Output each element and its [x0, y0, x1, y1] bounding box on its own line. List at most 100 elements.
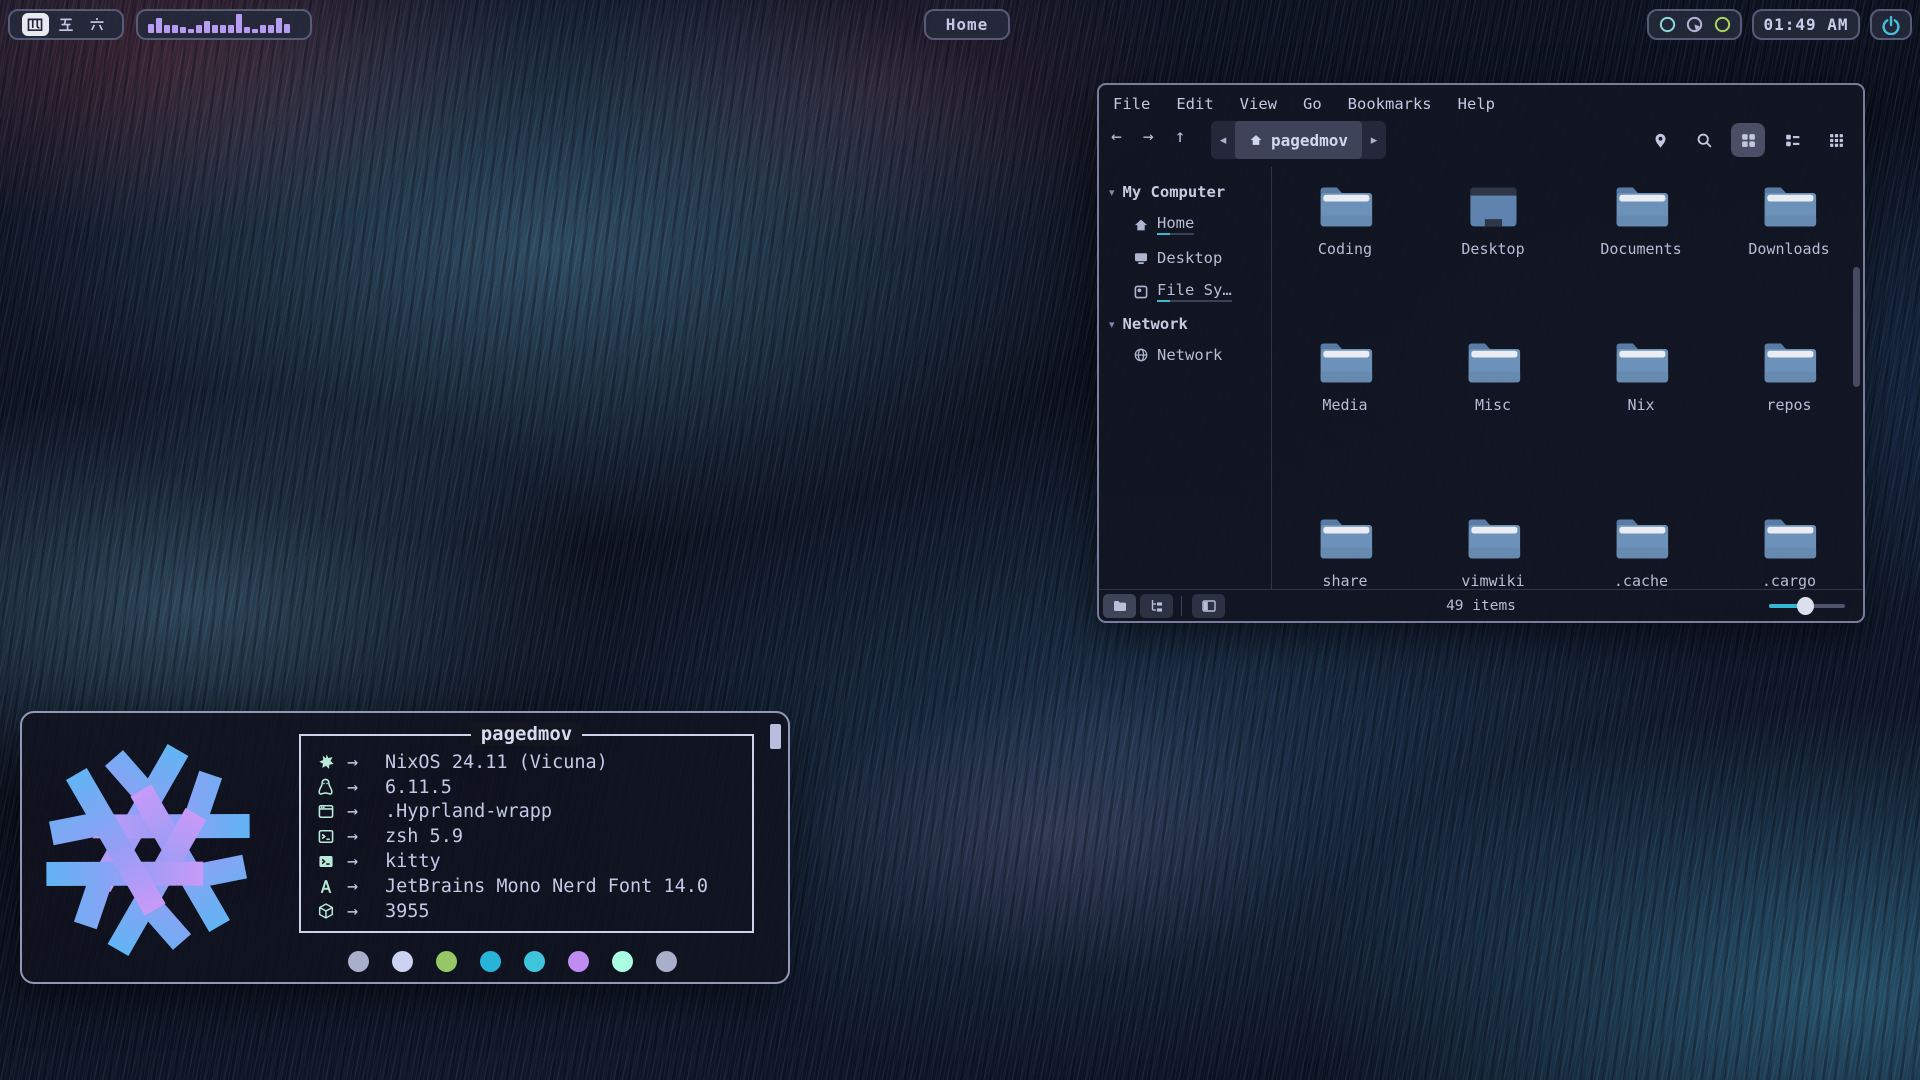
visualizer-bar [172, 25, 178, 33]
sidebar-item-label: Network [1157, 346, 1222, 364]
active-window-title: Home [924, 9, 1010, 40]
workspace-glyph-icon [57, 16, 75, 34]
sidebar-item-home[interactable]: Home [1099, 207, 1271, 242]
menu-bookmarks[interactable]: Bookmarks [1348, 95, 1432, 113]
workspace-glyph-icon [88, 16, 106, 34]
visualizer-bar [196, 25, 202, 33]
folder-misc[interactable]: Misc [1419, 339, 1567, 414]
sidebar-item-label: Home [1157, 214, 1194, 235]
folder-icon [1760, 339, 1818, 386]
visualizer-bar [236, 14, 242, 33]
mount-indicator [1157, 300, 1170, 302]
folder-repos[interactable]: repos [1715, 339, 1863, 414]
folder-label: .cargo [1715, 572, 1863, 590]
tab-scroll-right-button[interactable]: ▸ [1362, 133, 1386, 148]
power-button[interactable] [1870, 9, 1912, 40]
green-ring-icon[interactable] [1713, 15, 1732, 34]
menu-help[interactable]: Help [1458, 95, 1495, 113]
folder-media[interactable]: Media [1271, 339, 1419, 414]
view-compact-icon [1828, 132, 1845, 149]
menu-view[interactable]: View [1240, 95, 1277, 113]
power-icon [1881, 15, 1901, 35]
view-grid-button[interactable] [1731, 123, 1765, 157]
arrow-icon: → [347, 826, 385, 847]
nav-buttons: ← → ↑ [1111, 126, 1186, 147]
fetch-hostname: pagedmov [301, 723, 752, 745]
back-button[interactable]: ← [1111, 126, 1122, 147]
folder-cache[interactable]: .cache [1567, 515, 1715, 590]
toggle-panel-button[interactable] [1192, 594, 1225, 618]
view-compact-button[interactable] [1819, 123, 1853, 157]
desktop-screen-icon [1464, 183, 1522, 230]
fetch-value: zsh 5.9 [385, 826, 463, 847]
nix-icon [317, 753, 347, 772]
search-button[interactable] [1687, 123, 1721, 157]
folder-label: vimwiki [1419, 572, 1567, 590]
tab-scroll-left-button[interactable]: ◂ [1211, 133, 1235, 148]
workspace-button-ws5[interactable] [53, 13, 80, 36]
system-tray [1647, 9, 1742, 40]
caret-down-icon: ▾ [1109, 186, 1115, 199]
folder-documents[interactable]: Documents [1567, 183, 1715, 258]
fetch-row-terminal: →kitty [317, 849, 742, 874]
status-bar: 49 items [1099, 589, 1863, 621]
clock-label: 01:49 AM [1763, 15, 1848, 34]
places-button[interactable] [1103, 594, 1136, 618]
packages-icon [317, 902, 347, 920]
up-button[interactable]: ↑ [1175, 126, 1186, 147]
folder-desktop[interactable]: Desktop [1419, 183, 1567, 258]
sidebar-section-my-computer[interactable]: ▾ My Computer [1099, 177, 1271, 207]
statusbar-separator [1181, 596, 1182, 616]
file-manager-body: ▾ My Computer Home Desktop File Sy… ▾Network N… [1099, 167, 1863, 589]
sidebar-section-network[interactable]: ▾Network [1099, 309, 1271, 339]
fetch-row-nix: →NixOS 24.11 (Vicuna) [317, 750, 742, 775]
window-title-label: Home [946, 15, 989, 34]
sidebar-item-network[interactable]: Network [1099, 339, 1271, 371]
sidebar-item-desktop[interactable]: Desktop [1099, 242, 1271, 274]
view-grid-icon [1740, 132, 1757, 149]
visualizer-bar [156, 18, 162, 33]
menu-edit[interactable]: Edit [1176, 95, 1213, 113]
view-buttons [1643, 123, 1853, 157]
folder-label: Nix [1567, 396, 1715, 414]
visualizer-bar [252, 29, 258, 33]
visualizer-bar [260, 25, 266, 33]
teal-ring-icon[interactable] [1658, 15, 1677, 34]
tree-button[interactable] [1140, 594, 1173, 618]
menu-go[interactable]: Go [1303, 95, 1322, 113]
folder-icon [1760, 515, 1818, 562]
shell-icon [317, 828, 347, 845]
workspace-button-ws4[interactable] [22, 13, 49, 36]
workspace-button-ws6[interactable] [84, 13, 111, 36]
fetch-value: NixOS 24.11 (Vicuna) [385, 752, 608, 773]
folder-downloads[interactable]: Downloads [1715, 183, 1863, 258]
fetch-row-kernel: →6.11.5 [317, 775, 742, 800]
location-pin-button[interactable] [1643, 123, 1677, 157]
folder-icon [1464, 515, 1522, 562]
folder-cargo[interactable]: .cargo [1715, 515, 1863, 590]
menu-file[interactable]: File [1113, 95, 1150, 113]
terminal-icon [317, 853, 347, 870]
sidebar-item-label: File Sy… [1157, 281, 1232, 302]
visualizer-bar [188, 29, 194, 33]
audio-visualizer [136, 9, 312, 40]
zoom-slider[interactable] [1769, 604, 1845, 608]
scrollbar-thumb[interactable] [1853, 267, 1860, 387]
folder-label: repos [1715, 396, 1863, 414]
view-list-button[interactable] [1775, 123, 1809, 157]
clock: 01:49 AM [1752, 9, 1860, 40]
folder-nix[interactable]: Nix [1567, 339, 1715, 414]
folder-icon [1612, 339, 1670, 386]
wm-icon [317, 803, 347, 820]
arrow-icon: → [347, 876, 385, 897]
sidebar-section-label: My Computer [1123, 183, 1226, 201]
forward-button[interactable]: → [1143, 126, 1154, 147]
lavender-pie-ring-icon[interactable] [1685, 15, 1704, 34]
folder-vimwiki[interactable]: vimwiki [1419, 515, 1567, 590]
palette-dot-2 [436, 951, 457, 972]
folder-share[interactable]: share [1271, 515, 1419, 590]
folder-coding[interactable]: Coding [1271, 183, 1419, 258]
tab-pagedmov[interactable]: pagedmov [1235, 121, 1362, 159]
folder-icon [1464, 339, 1522, 386]
sidebar-item-filesy[interactable]: File Sy… [1099, 274, 1271, 309]
